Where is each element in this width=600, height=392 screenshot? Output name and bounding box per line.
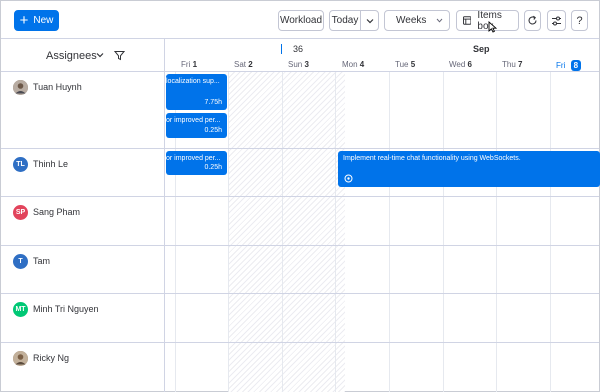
day-header-today: Fri 8 <box>556 60 582 71</box>
day-number: 1 <box>192 60 198 69</box>
day-header: Sun 3 <box>288 60 309 69</box>
chevron-down-icon <box>366 18 373 23</box>
help-icon: ? <box>576 14 583 27</box>
assignee-row: Tuan Huynh <box>1 72 599 149</box>
today-badge: 8 <box>570 60 582 71</box>
assignee-cell: Ricky Ng <box>1 343 165 392</box>
status-icon <box>344 174 353 183</box>
day-header: Fri 1 <box>181 60 197 69</box>
assignee-cell: MT Minh Tri Nguyen <box>1 294 165 342</box>
assignees-header: Assignees <box>1 39 165 72</box>
assignee-name: Sang Pham <box>33 207 81 217</box>
avatar <box>13 351 28 366</box>
day-name: Fri <box>181 60 191 69</box>
day-name: Sat <box>234 60 247 69</box>
task-bar[interactable]: or improved per... 0.25h <box>166 151 227 175</box>
day-name: Thu <box>502 60 516 69</box>
assignee-row: SP Sang Pham <box>1 197 599 246</box>
task-title: localization sup... <box>166 78 220 85</box>
help-button[interactable]: ? <box>571 10 588 31</box>
task-title: or improved per... <box>166 117 221 124</box>
task-bar[interactable]: or improved per... 0.25h <box>166 113 227 138</box>
view-select-value: Weeks <box>396 15 427 26</box>
day-number: 2 <box>248 60 253 69</box>
settings-button[interactable] <box>547 10 566 31</box>
avatar: TL <box>13 157 28 172</box>
day-header: Wed 6 <box>449 60 472 69</box>
chevron-down-icon <box>436 18 443 23</box>
task-title: Implement real-time chat functionality u… <box>343 155 521 162</box>
today-label: Today <box>331 15 359 26</box>
day-header: Tue 5 <box>395 60 415 69</box>
avatar <box>13 80 28 95</box>
day-name: Tue <box>395 60 409 69</box>
plus-icon: + <box>19 11 29 29</box>
sliders-icon <box>552 16 561 25</box>
day-name: Mon <box>342 60 358 69</box>
assignee-cell: T Tam <box>1 246 165 293</box>
items-box-label: Items box <box>477 9 502 32</box>
task-bar[interactable]: localization sup... 7.75h <box>166 74 227 110</box>
avatar-photo-icon <box>13 80 28 95</box>
assignee-cell: Tuan Huynh <box>1 72 165 148</box>
avatar: SP <box>13 205 28 220</box>
assignee-name: Tuan Huynh <box>33 82 82 92</box>
new-button-label: New <box>33 15 54 26</box>
assignee-cell: SP Sang Pham <box>1 197 165 245</box>
timeline-header: 36 Sep Fri 1 Sat 2 Sun 3 Mon 4 Tue 5 Wed… <box>165 39 599 72</box>
task-title: or improved per... <box>166 155 221 162</box>
refresh-button[interactable] <box>524 10 541 31</box>
today-button[interactable]: Today <box>329 10 361 31</box>
day-number: 4 <box>359 60 365 69</box>
day-header: Sat 2 <box>234 60 253 69</box>
day-number: 7 <box>518 60 523 69</box>
assignee-row: T Tam <box>1 246 599 294</box>
refresh-icon <box>528 15 537 25</box>
assignee-name: Thinh Le <box>33 159 69 169</box>
avatar: T <box>13 254 28 269</box>
day-number: 3 <box>304 60 309 69</box>
toolbar: + New Workload Today Weeks Items box ? <box>1 1 599 39</box>
month-label: Sep <box>473 44 490 54</box>
task-hours: 0.25h <box>204 127 222 134</box>
workload-button[interactable]: Workload <box>278 10 324 31</box>
task-hours: 0.25h <box>204 164 222 171</box>
week-marker <box>281 44 282 54</box>
task-bar[interactable]: Implement real-time chat functionality u… <box>338 151 600 187</box>
day-name: Wed <box>449 60 466 69</box>
new-button[interactable]: + New <box>14 10 59 31</box>
day-name: Sun <box>288 60 303 69</box>
week-number: 36 <box>293 44 304 54</box>
assignee-name: Ricky Ng <box>33 353 70 363</box>
assignee-row: Ricky Ng <box>1 343 599 392</box>
items-box-icon <box>463 16 472 25</box>
today-dropdown-button[interactable] <box>360 10 379 31</box>
task-hours: 7.75h <box>204 99 222 106</box>
assignee-cell: TL Thinh Le <box>1 149 165 196</box>
day-name: Fri <box>556 61 566 70</box>
view-select[interactable]: Weeks <box>384 10 450 31</box>
workload-view: + New Workload Today Weeks Items box ? A… <box>0 0 600 392</box>
assignees-label[interactable]: Assignees <box>46 50 97 62</box>
filter-icon[interactable] <box>114 50 125 61</box>
assignee-row: MT Minh Tri Nguyen <box>1 294 599 343</box>
assignee-name: Minh Tri Nguyen <box>33 304 99 314</box>
items-box-button[interactable]: Items box <box>456 9 519 33</box>
day-header: Thu 7 <box>502 60 522 69</box>
day-number: 5 <box>410 60 416 69</box>
day-number: 6 <box>467 60 472 69</box>
avatar: MT <box>13 302 28 317</box>
mouse-cursor-icon <box>488 21 497 33</box>
workload-label: Workload <box>279 15 323 26</box>
avatar-photo-icon <box>13 351 28 366</box>
day-header: Mon 4 <box>342 60 364 69</box>
chevron-down-icon[interactable] <box>96 52 104 58</box>
assignee-name: Tam <box>33 256 51 266</box>
